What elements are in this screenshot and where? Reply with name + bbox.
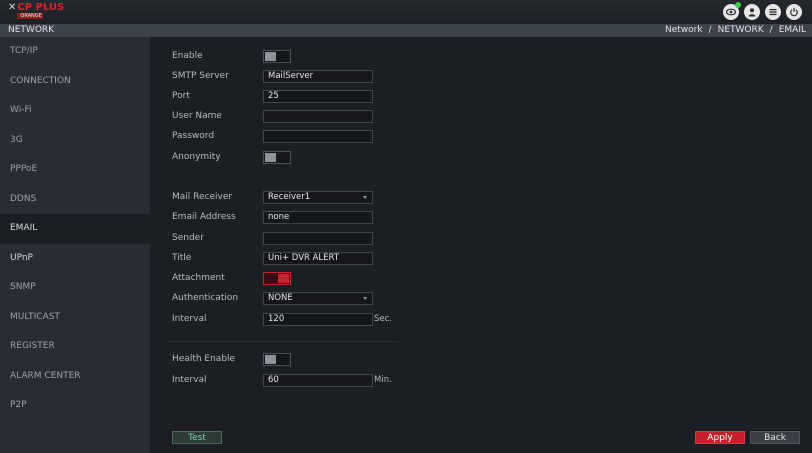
user-name-input[interactable] (263, 110, 373, 123)
password-input[interactable] (263, 130, 373, 143)
toggle-knob (265, 52, 276, 61)
toggle-knob (265, 355, 276, 364)
email-settings-panel: Enable SMTP Server MailServer Port 25 Us… (150, 37, 812, 453)
breadcrumb: Network / NETWORK / EMAIL (665, 24, 806, 37)
anonymity-label: Anonymity (172, 152, 221, 162)
online-indicator (735, 2, 741, 8)
password-label: Password (172, 131, 215, 141)
interval-unit: Sec. (374, 314, 393, 324)
sidebar-item-email[interactable]: EMAIL (0, 214, 150, 244)
toggle-knob (278, 274, 289, 283)
email-address-label: Email Address (172, 212, 236, 222)
authentication-row: Authentication NONE (150, 290, 812, 306)
top-bar: ✕ CP PLUS ORANGE (0, 0, 812, 24)
section-header: NETWORK Network / NETWORK / EMAIL (0, 24, 812, 37)
sidebar-item-p2p[interactable]: P2P (0, 391, 150, 421)
sender-label: Sender (172, 233, 204, 243)
section-divider (168, 341, 398, 342)
attachment-toggle[interactable] (263, 272, 291, 285)
brand-tagline: ORANGE (17, 13, 44, 19)
sidebar-item-alarm-center[interactable]: ALARM CENTER (0, 362, 150, 392)
authentication-select[interactable]: NONE (263, 292, 373, 305)
sidebar-item-ddns[interactable]: DDNS (0, 185, 150, 215)
user-icon[interactable] (744, 4, 760, 20)
breadcrumb-separator: / (769, 25, 773, 35)
password-row: Password (150, 128, 812, 144)
email-address-row: Email Address none (150, 209, 812, 225)
title-label: Title (172, 253, 192, 263)
interval-input[interactable]: 120 (263, 313, 373, 326)
sidebar-item-multicast[interactable]: MULTICAST (0, 303, 150, 333)
apply-button[interactable]: Apply (695, 431, 745, 444)
breadcrumb-separator: / (708, 25, 712, 35)
user-name-label: User Name (172, 111, 222, 121)
health-enable-label: Health Enable (172, 354, 236, 364)
email-address-input[interactable]: none (263, 211, 373, 224)
title-row: Title Uni+ DVR ALERT (150, 250, 812, 266)
smtp-server-label: SMTP Server (172, 71, 229, 81)
sidebar-item-3g[interactable]: 3G (0, 126, 150, 156)
title-input[interactable]: Uni+ DVR ALERT (263, 252, 373, 265)
toggle-knob (265, 153, 276, 162)
sender-row: Sender (150, 230, 812, 246)
health-interval-row: Interval 60 Min. (150, 372, 812, 388)
anonymity-toggle[interactable] (263, 151, 291, 164)
breadcrumb-item: EMAIL (778, 25, 806, 35)
enable-label: Enable (172, 51, 203, 61)
port-label: Port (172, 91, 190, 101)
port-row: Port 25 (150, 88, 812, 104)
attachment-row: Attachment (150, 270, 812, 286)
brand-logo: ✕ CP PLUS ORANGE (8, 3, 64, 21)
sidebar-item-upnp[interactable]: UPnP (0, 244, 150, 274)
sender-input[interactable] (263, 232, 373, 245)
health-enable-row: Health Enable (150, 351, 812, 367)
user-name-row: User Name (150, 108, 812, 124)
interval-row: Interval 120 Sec. (150, 311, 812, 327)
health-interval-input[interactable]: 60 (263, 374, 373, 387)
brand-name: CP PLUS (17, 2, 65, 13)
smtp-server-row: SMTP Server MailServer (150, 68, 812, 84)
sidebar-item-wifi[interactable]: Wi-Fi (0, 96, 150, 126)
sidebar-item-pppoe[interactable]: PPPoE (0, 155, 150, 185)
attachment-label: Attachment (172, 273, 225, 283)
breadcrumb-item[interactable]: NETWORK (718, 25, 764, 35)
health-interval-unit: Min. (374, 375, 392, 385)
menu-icon[interactable] (765, 4, 781, 20)
section-title: NETWORK (8, 25, 55, 35)
sidebar-item-tcpip[interactable]: TCP/IP (0, 37, 150, 67)
power-icon[interactable] (786, 4, 802, 20)
smtp-server-input[interactable]: MailServer (263, 70, 373, 83)
authentication-label: Authentication (172, 293, 239, 303)
sidebar-item-connection[interactable]: CONNECTION (0, 67, 150, 97)
test-button[interactable]: Test (172, 431, 222, 444)
health-interval-label: Interval (172, 375, 207, 385)
brand-mark-icon: ✕ (8, 2, 17, 13)
eye-icon[interactable] (723, 2, 741, 20)
top-icon-group (723, 2, 802, 20)
mail-receiver-label: Mail Receiver (172, 192, 233, 202)
enable-row: Enable (150, 48, 812, 64)
breadcrumb-item[interactable]: Network (665, 25, 703, 35)
sidebar: TCP/IP CONNECTION Wi-Fi 3G PPPoE DDNS EM… (0, 37, 150, 453)
sidebar-item-snmp[interactable]: SNMP (0, 273, 150, 303)
back-button[interactable]: Back (750, 431, 800, 444)
enable-toggle[interactable] (263, 50, 291, 63)
interval-label: Interval (172, 314, 207, 324)
sidebar-item-register[interactable]: REGISTER (0, 332, 150, 362)
port-input[interactable]: 25 (263, 90, 373, 103)
anonymity-row: Anonymity (150, 149, 812, 165)
mail-receiver-select[interactable]: Receiver1 (263, 191, 373, 204)
mail-receiver-row: Mail Receiver Receiver1 (150, 189, 812, 205)
health-enable-toggle[interactable] (263, 353, 291, 366)
